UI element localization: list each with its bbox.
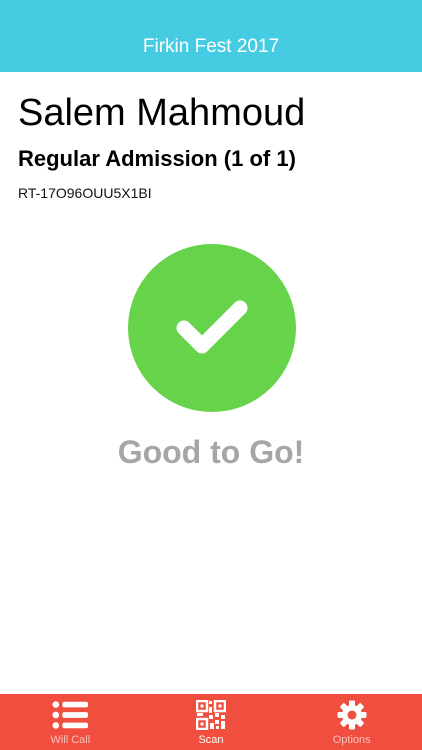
gear-icon — [334, 699, 370, 731]
event-title: Firkin Fest 2017 — [142, 36, 280, 57]
attendee-name: Salem Mahmoud — [18, 92, 306, 134]
tab-will-call[interactable]: Will Call — [0, 694, 141, 750]
nav-header: Firkin Fest 2017 — [0, 0, 422, 72]
ticket-code: RT-17O96OUU5X1BI — [18, 185, 152, 201]
checkmark-icon — [176, 300, 248, 354]
ticket-type: Regular Admission (1 of 1) — [18, 146, 296, 171]
tab-will-call-label: Will Call — [50, 734, 91, 746]
tab-scan-label: Scan — [198, 734, 224, 746]
list-icon — [52, 699, 89, 731]
status-indicator — [128, 244, 296, 412]
qr-code-icon — [193, 699, 229, 731]
status-message: Good to Go! — [117, 434, 305, 470]
tab-bar: Will Call Scan Options — [0, 694, 422, 750]
tab-scan[interactable]: Scan — [141, 694, 282, 750]
tab-options-label: Options — [332, 734, 371, 746]
tab-options[interactable]: Options — [281, 694, 422, 750]
